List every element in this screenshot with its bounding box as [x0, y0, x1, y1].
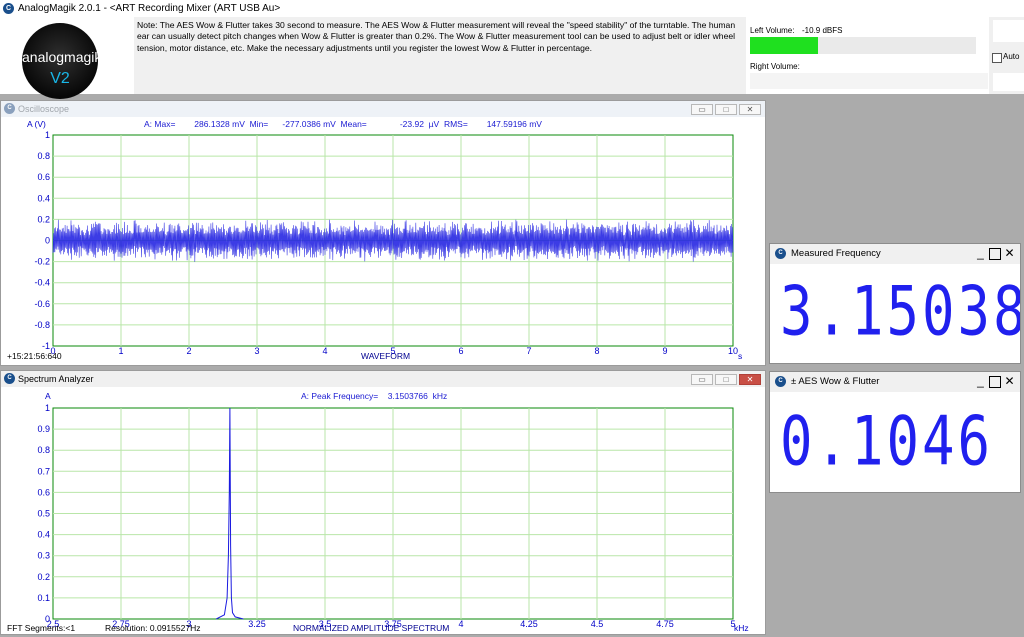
osc-y-tick-label: 0: [45, 236, 50, 246]
fft-segments: FFT Segments:<1: [7, 623, 76, 633]
osc-y-tick-label: -0.6: [34, 299, 50, 309]
osc-x-tick-label: 2: [186, 346, 191, 356]
measured-frequency-title-bar[interactable]: C Measured Frequency _ ✕: [770, 244, 1020, 264]
spec-y-tick-label: 0.6: [37, 487, 50, 497]
osc-y-tick-label: 1: [45, 130, 50, 140]
osc-x-tick-label: 8: [594, 346, 599, 356]
left-volume-meter-fill: [750, 37, 818, 54]
measurement-note: Note: The AES Wow & Flutter takes 30 sec…: [137, 20, 736, 53]
auto-label: Auto: [1003, 52, 1020, 61]
spectrum-window[interactable]: C Spectrum Analyzer ▭ □ ✕ A A: Peak Freque…: [0, 370, 766, 635]
app-title: AnalogMagik 2.0.1 - <ART Recording Mixer…: [18, 3, 281, 14]
right-control-box-2[interactable]: [993, 73, 1024, 91]
osc-y-tick-label: 0.4: [37, 193, 50, 203]
osc-x-label: WAVEFORM: [361, 351, 411, 361]
left-volume-label: Left Volume:: [750, 26, 795, 35]
maximize-button[interactable]: [989, 248, 1001, 260]
logo-circle: analogmagik V2: [22, 23, 98, 99]
minimize-button[interactable]: _: [974, 375, 987, 388]
osc-x-tick-label: 10: [728, 346, 738, 356]
osc-x-tick-label: 3: [254, 346, 259, 356]
osc-timestamp: +15:21:56:640: [7, 351, 62, 361]
close-button[interactable]: ✕: [1003, 375, 1016, 388]
wow-flutter-title: ± AES Wow & Flutter: [791, 376, 880, 387]
spec-x-tick-label: 4.25: [520, 619, 538, 629]
spec-y-tick-label: 0.2: [37, 572, 50, 582]
window-app-icon: C: [775, 248, 786, 259]
logo-version: V2: [50, 70, 70, 87]
right-controls: Auto: [990, 17, 1024, 94]
auto-checkbox[interactable]: [992, 53, 1002, 63]
window-app-icon: C: [775, 376, 786, 387]
spec-y-tick-label: 0.4: [37, 530, 50, 540]
volume-panel: Left Volume: -10.9 dBFS Right Volume:: [746, 17, 989, 94]
spec-x-tick-label: 4.75: [656, 619, 674, 629]
left-volume-meter: [750, 37, 976, 54]
close-button[interactable]: ✕: [1003, 247, 1016, 260]
spectrum-plot[interactable]: 2.5 2.75 3 3.25 3.5 3.75 4 4.25 4.5 4.75 510.90.80…: [1, 371, 765, 634]
osc-y-tick-label: 0.8: [37, 151, 50, 161]
osc-x-unit: s: [738, 351, 743, 361]
osc-y-tick-label: -0.8: [34, 320, 50, 330]
spec-y-tick-label: 0.9: [37, 424, 50, 434]
spec-x-unit: kHz: [734, 623, 749, 633]
osc-x-tick-label: 7: [526, 346, 531, 356]
osc-x-tick-label: 9: [662, 346, 667, 356]
wow-flutter-window[interactable]: C ± AES Wow & Flutter _ ✕ 0.1046 %: [769, 371, 1021, 493]
right-control-box[interactable]: [993, 20, 1024, 42]
osc-y-tick-label: -0.2: [34, 257, 50, 267]
osc-y-tick-label: 0.2: [37, 214, 50, 224]
osc-y-tick-label: 0.6: [37, 172, 50, 182]
measured-frequency-value: 3.15038 kHz: [780, 272, 1021, 351]
spec-y-tick-label: 1: [45, 403, 50, 413]
wow-flutter-title-bar[interactable]: C ± AES Wow & Flutter _ ✕: [770, 372, 1020, 392]
right-volume-meter: [750, 73, 988, 89]
top-info-bar: analogmagik V2 Note: The AES Wow & Flutt…: [0, 17, 1024, 99]
wow-flutter-value: 0.1046 %: [780, 402, 1020, 481]
spec-y-tick-label: 0.1: [37, 593, 50, 603]
spec-y-tick-label: 0.5: [37, 509, 50, 519]
oscilloscope-plot[interactable]: 0 1 2 3 4 5 6 7 8 9 1010.80.60.40.20-0.2-0.4-0.6-0…: [1, 101, 765, 365]
fft-resolution: Resolution: 0.0915527Hz: [105, 623, 201, 633]
spec-y-tick-label: 0.7: [37, 466, 50, 476]
osc-x-tick-label: 1: [118, 346, 123, 356]
oscilloscope-window[interactable]: C Oscilloscope ▭ □ ✕ A (V) A: Max= 286.132…: [0, 100, 766, 366]
spec-x-label: NORMALIZED AMPLITUDE SPECTRUM: [293, 623, 450, 633]
left-volume-value: -10.9 dBFS: [802, 26, 843, 35]
logo-word: analogmagik: [22, 49, 98, 65]
spec-x-tick-label: 4: [458, 619, 463, 629]
osc-y-tick-label: -0.4: [34, 278, 50, 288]
maximize-button[interactable]: [989, 376, 1001, 388]
right-volume-label: Right Volume:: [750, 62, 800, 71]
brand-logo: analogmagik V2: [0, 17, 134, 99]
spec-y-tick-label: 0.3: [37, 551, 50, 561]
spec-x-tick-label: 4.5: [591, 619, 604, 629]
spec-x-tick-label: 3.25: [248, 619, 266, 629]
measured-frequency-window[interactable]: C Measured Frequency _ ✕ 3.15038 kHz: [769, 243, 1021, 364]
osc-y-tick-label: -1: [42, 341, 50, 351]
app-logo-icon: C: [3, 3, 14, 14]
osc-x-tick-label: 6: [458, 346, 463, 356]
app-title-bar: C AnalogMagik 2.0.1 - <ART Recording Mix…: [0, 0, 1024, 17]
measured-frequency-title: Measured Frequency: [791, 248, 881, 259]
osc-x-tick-label: 4: [322, 346, 327, 356]
spec-y-tick-label: 0.8: [37, 445, 50, 455]
minimize-button[interactable]: _: [974, 247, 987, 260]
